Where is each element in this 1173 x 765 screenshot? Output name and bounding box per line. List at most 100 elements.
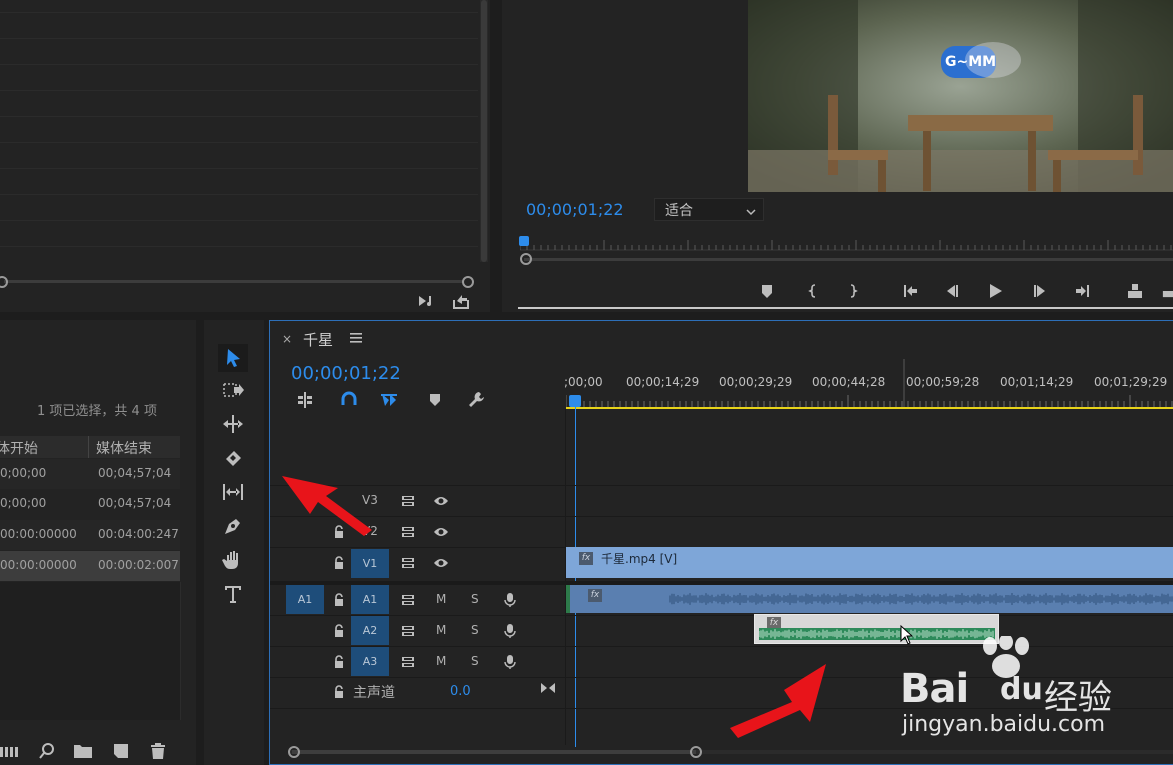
microphone-icon[interactable] — [498, 650, 522, 674]
sync-lock-icon[interactable] — [396, 619, 420, 643]
work-area-bar[interactable] — [566, 407, 1173, 409]
extract-button[interactable] — [1162, 280, 1173, 302]
video-preview[interactable]: G~MM — [748, 0, 1173, 192]
program-zoom-bar[interactable] — [520, 253, 1173, 265]
pen-tool[interactable] — [218, 512, 248, 540]
project-panel: 1 项已选择，共 4 项 体开始 媒体结束 0;00;00 00;04;57;0… — [0, 320, 196, 765]
add-marker-button[interactable] — [756, 280, 778, 302]
program-playhead[interactable] — [519, 236, 529, 246]
table-row[interactable]: 0;00;00 00;04;57;04 — [0, 489, 180, 519]
sync-lock-icon[interactable] — [396, 520, 420, 544]
watermark: Bai du 经验 jingyan.baidu.com — [898, 636, 1173, 746]
go-to-out-button[interactable] — [1072, 280, 1094, 302]
snap-sequence-icon[interactable] — [296, 391, 314, 413]
panel-menu-icon[interactable] — [350, 330, 362, 349]
solo-button[interactable]: S — [471, 654, 479, 668]
step-forward-button[interactable] — [1029, 280, 1051, 302]
freeform-view-icon[interactable] — [0, 743, 20, 763]
mute-button[interactable]: M — [436, 654, 446, 668]
export-icon[interactable] — [451, 292, 471, 310]
solo-button[interactable]: S — [471, 623, 479, 637]
audio-waveform — [669, 593, 1173, 605]
project-list-bg — [0, 582, 181, 720]
lock-icon[interactable] — [327, 619, 351, 643]
snap-magnet-icon[interactable] — [340, 391, 358, 413]
solo-button[interactable]: S — [471, 592, 479, 606]
add-marker-icon[interactable] — [428, 392, 442, 412]
sequence-tab[interactable]: 千星 — [303, 329, 333, 350]
track-target-a2[interactable]: A2 — [351, 616, 389, 645]
search-icon[interactable] — [38, 742, 56, 764]
master-track-label: 主声道 — [353, 685, 395, 701]
microphone-icon[interactable] — [498, 619, 522, 643]
sync-lock-icon[interactable] — [396, 489, 420, 513]
track-target-v1[interactable]: V1 — [351, 549, 389, 578]
type-tool[interactable] — [218, 580, 248, 608]
ruler-label: 00;00;29;29 — [719, 375, 793, 389]
table-row[interactable]: 00:00:00000 00:04:00:247 — [0, 520, 180, 550]
eye-icon[interactable] — [429, 489, 453, 513]
horizontal-scrollbar[interactable] — [0, 276, 474, 288]
track-target-a1[interactable]: A1 — [351, 585, 389, 614]
hand-tool[interactable] — [218, 546, 248, 574]
ripple-edit-tool[interactable] — [218, 410, 248, 438]
eye-icon[interactable] — [429, 520, 453, 544]
timeline-zoom-scrollbar[interactable] — [288, 745, 1173, 759]
sync-lock-icon[interactable] — [396, 551, 420, 575]
playhead[interactable] — [569, 395, 581, 407]
trash-icon[interactable] — [149, 742, 167, 764]
track-select-tool[interactable] — [218, 376, 248, 404]
fit-dropdown[interactable]: 适合 — [654, 198, 764, 221]
program-ruler[interactable] — [519, 236, 1173, 254]
close-tab-icon[interactable]: × — [282, 332, 292, 346]
selection-tool[interactable] — [218, 344, 248, 372]
monitor-divider — [518, 307, 1173, 309]
ruler-label: ;00;00 — [564, 375, 603, 389]
mute-button[interactable]: M — [436, 623, 446, 637]
source-patch-a1[interactable]: A1 — [286, 585, 324, 614]
mark-out-button[interactable] — [842, 280, 864, 302]
lock-icon[interactable] — [327, 650, 351, 674]
microphone-icon[interactable] — [498, 588, 522, 612]
slip-tool[interactable] — [218, 478, 248, 506]
time-ruler[interactable]: ;00;00 00;00;14;29 00;00;29;29 00;00;44;… — [564, 359, 1173, 409]
lock-icon[interactable] — [327, 680, 351, 704]
mute-button[interactable]: M — [436, 592, 446, 606]
track-target-a3[interactable]: A3 — [351, 647, 389, 676]
new-bin-icon[interactable] — [73, 743, 93, 763]
video-frame-image — [748, 0, 1173, 192]
annotation-arrow-left — [282, 476, 372, 536]
watermark-brand: Bai — [900, 666, 969, 712]
table-row-selected[interactable]: 00:00:00000 00:00:02:007 — [0, 551, 180, 581]
insert-audio-icon[interactable] — [417, 293, 437, 309]
sync-lock-icon[interactable] — [396, 588, 420, 612]
ruler-label: 00;00;44;28 — [812, 375, 886, 389]
timeline-timecode[interactable]: 00;00;01;22 — [291, 363, 401, 384]
linked-selection-icon[interactable] — [380, 391, 398, 413]
lock-icon[interactable] — [327, 551, 351, 575]
eye-icon[interactable] — [429, 551, 453, 575]
razor-tool[interactable] — [218, 444, 248, 472]
play-button[interactable] — [984, 280, 1006, 302]
table-row[interactable]: 0;00;00 00;04;57;04 — [0, 459, 180, 489]
mark-in-button[interactable] — [802, 280, 824, 302]
column-media-end[interactable]: 媒体结束 — [96, 438, 152, 458]
go-to-edit-icon[interactable] — [540, 680, 556, 699]
audio-clip-a1[interactable]: fx — [566, 585, 1173, 613]
video-clip[interactable]: fx 千星.mp4 [V] — [566, 547, 1173, 578]
new-item-icon[interactable] — [112, 742, 130, 764]
go-to-in-button[interactable] — [899, 280, 921, 302]
ruler-label: 00;00;59;28 — [906, 375, 980, 389]
master-volume-value[interactable]: 0.0 — [450, 684, 471, 699]
tools-panel — [204, 320, 264, 765]
step-back-button[interactable] — [941, 280, 963, 302]
lock-icon[interactable] — [327, 588, 351, 612]
selection-info: 1 项已选择，共 4 项 — [37, 404, 157, 419]
vertical-scrollbar[interactable] — [480, 0, 488, 262]
sync-lock-icon[interactable] — [396, 650, 420, 674]
wrench-icon[interactable] — [468, 391, 486, 413]
lift-button[interactable] — [1124, 280, 1146, 302]
column-media-start[interactable]: 体开始 — [0, 438, 38, 458]
program-timecode[interactable]: 00;00;01;22 — [526, 200, 624, 219]
video-clip-label: 千星.mp4 [V] — [601, 552, 678, 566]
